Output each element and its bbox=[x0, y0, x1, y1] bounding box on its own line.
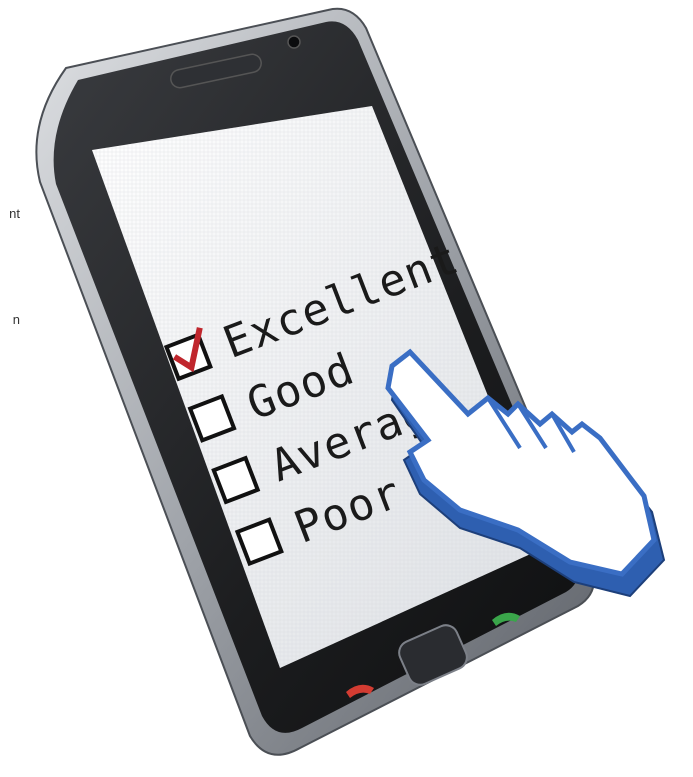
smartphone-survey-illustration: Excellent Good Average Poor bbox=[35, 7, 666, 756]
front-camera-icon bbox=[287, 35, 301, 49]
